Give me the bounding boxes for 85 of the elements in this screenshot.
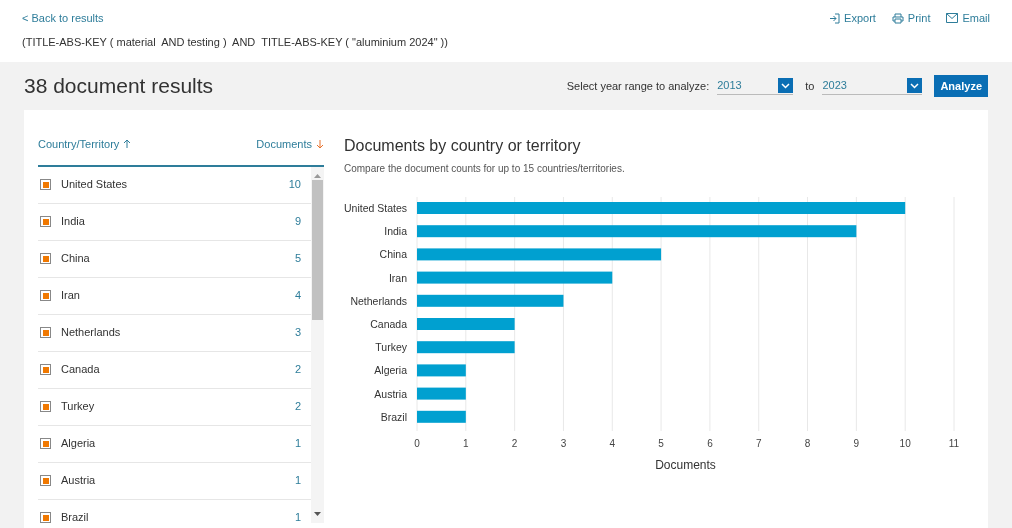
category-label: United States: [344, 202, 407, 214]
axis-tick-label: 10: [899, 438, 911, 449]
document-count[interactable]: 2: [294, 361, 301, 378]
chevron-icon: [778, 78, 794, 93]
action-link[interactable]: Email: [946, 10, 990, 27]
category-label: Turkey: [375, 341, 407, 354]
printer-icon: [891, 12, 904, 24]
action-link[interactable]: Print: [891, 10, 931, 27]
checkbox[interactable]: [40, 475, 51, 486]
export-icon: [829, 12, 841, 24]
axis-title: Documents: [655, 458, 716, 472]
axis-tick-label: 1: [463, 438, 469, 449]
country-name: United States: [61, 177, 129, 193]
country-name: Iran: [61, 288, 81, 304]
country-name: Algeria: [61, 436, 97, 452]
chevron-icon: [907, 78, 923, 93]
axis-tick-label: 11: [948, 438, 960, 449]
category-label: Netherlands: [350, 294, 407, 307]
category-label: Brazil: [380, 410, 407, 423]
country-name: Turkey: [61, 399, 96, 415]
category-label: India: [384, 225, 407, 238]
axis-tick-label: 4: [609, 438, 616, 449]
checkbox[interactable]: [40, 290, 51, 301]
checkbox[interactable]: [40, 512, 51, 523]
category-label: Canada: [370, 318, 407, 330]
bar[interactable]: [417, 248, 662, 261]
year-to-select[interactable]: 2023: [822, 77, 923, 95]
axis-tick-label: 8: [804, 438, 811, 449]
bar[interactable]: [417, 225, 857, 238]
scroll-down-icon[interactable]: [314, 511, 321, 517]
country-name: China: [61, 251, 91, 267]
axis-tick-label: 2: [511, 438, 518, 449]
country-name: India: [61, 214, 86, 230]
axis-tick-label: 0: [414, 438, 420, 449]
column-header[interactable]: Country/Territory: [38, 136, 132, 153]
envelope-icon: [946, 13, 959, 24]
analyze-button[interactable]: Analyze: [934, 75, 988, 97]
checkbox[interactable]: [40, 179, 51, 190]
chart-title: Documents by country or territory: [344, 136, 582, 156]
document-count[interactable]: 3: [294, 324, 301, 341]
country-name: Netherlands: [61, 325, 122, 341]
axis-tick-label: 9: [853, 438, 860, 449]
checkbox[interactable]: [40, 327, 51, 338]
arrow-up-icon: [123, 139, 132, 150]
chart-subtitle: Compare the document counts for up to 15 countries/territories.: [344, 162, 626, 176]
bar[interactable]: [417, 387, 466, 400]
axis-tick-label: 7: [755, 438, 762, 449]
query-text: (TITLE-ABS-KEY ( material AND testing ) AND TITLE-ABS-KEY ( "aluminium 2024" )): [22, 34, 449, 50]
checkbox[interactable]: [40, 401, 51, 412]
document-count[interactable]: 10: [288, 176, 301, 193]
bar[interactable]: [417, 364, 466, 377]
document-count[interactable]: 1: [294, 435, 301, 452]
back-link[interactable]: < Back to results: [22, 10, 104, 27]
results-title: 38 document results: [24, 73, 214, 100]
document-count[interactable]: 4: [294, 287, 301, 304]
country-name: Canada: [61, 362, 101, 378]
bar[interactable]: [417, 271, 613, 284]
document-count[interactable]: 1: [294, 509, 301, 523]
column-header[interactable]: Documents: [256, 136, 324, 153]
category-label: China: [379, 248, 407, 261]
document-count[interactable]: 9: [294, 213, 301, 230]
document-count[interactable]: 5: [294, 250, 301, 267]
bar[interactable]: [417, 341, 515, 354]
year-from-select[interactable]: 2013: [717, 77, 794, 95]
arrow-down-icon: [316, 139, 324, 150]
bar[interactable]: [417, 410, 466, 423]
checkbox[interactable]: [40, 253, 51, 264]
document-count[interactable]: 2: [294, 398, 301, 415]
category-label: Austria: [374, 387, 407, 400]
axis-tick-label: 6: [707, 438, 713, 449]
scrollbar[interactable]: [311, 166, 324, 523]
bar[interactable]: [417, 294, 564, 307]
to-label: to: [805, 78, 815, 94]
category-label: Iran: [388, 271, 407, 284]
year-range-label: Select year range to analyze:: [566, 78, 710, 94]
axis-tick-label: 3: [560, 438, 567, 449]
checkbox[interactable]: [40, 216, 51, 227]
checkbox[interactable]: [40, 364, 51, 375]
document-count[interactable]: 1: [294, 472, 301, 489]
category-label: Algeria: [374, 364, 407, 377]
country-name: Austria: [61, 473, 97, 489]
checkbox[interactable]: [40, 438, 51, 449]
axis-tick-label: 5: [658, 438, 664, 449]
country-name: Brazil: [61, 510, 90, 523]
action-link[interactable]: Export: [829, 10, 876, 27]
